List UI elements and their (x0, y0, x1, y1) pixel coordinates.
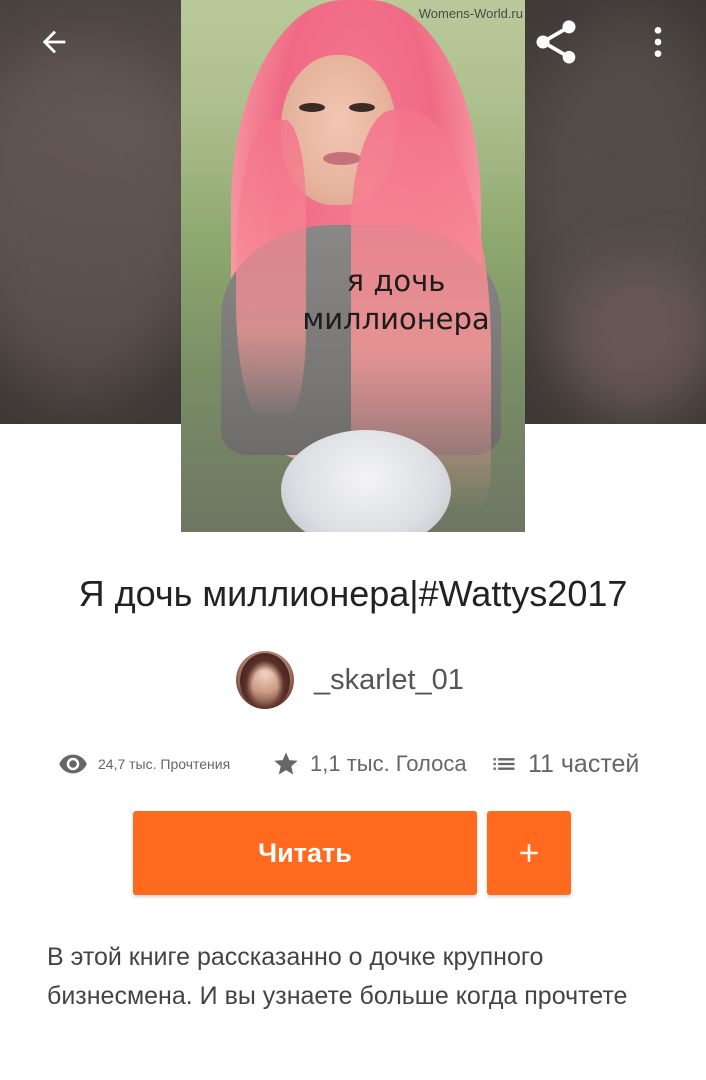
list-icon (490, 750, 518, 778)
read-button-label: Читать (258, 837, 352, 868)
book-title: Я дочь миллионера|#Wattys2017 (78, 573, 628, 614)
story-stats: 24,7 тыс. Прочтения 1,1 тыс. Голоса 11 ч… (0, 746, 706, 782)
read-button[interactable]: Читать (133, 811, 477, 895)
story-description: В этой книге рассказанно о дочке крупног… (47, 943, 628, 1010)
author-name[interactable]: _skarlet_01 (314, 664, 464, 697)
cover-watermark: Womens-World.ru (418, 6, 523, 21)
star-icon (272, 750, 300, 778)
share-button[interactable] (528, 14, 584, 70)
more-options-button[interactable] (630, 14, 686, 70)
book-cover[interactable]: Womens-World.ru я дочь миллионера (181, 0, 525, 532)
parts-count: 11 частей (528, 749, 640, 778)
parts-stat[interactable]: 11 частей (490, 746, 639, 782)
eye-icon (58, 749, 88, 779)
votes-stat: 1,1 тыс. Голоса (272, 746, 467, 782)
author-link[interactable]: _skarlet_01 (236, 650, 464, 710)
hero-blur-left (0, 40, 200, 400)
cover-title: я дочь миллионера (281, 262, 511, 338)
cover-title-line2: миллионера (302, 302, 490, 336)
plus-icon (520, 844, 538, 862)
reads-stat: 24,7 тыс. Прочтения (58, 746, 230, 782)
cover-lips (323, 152, 361, 165)
avatar-hair (240, 653, 290, 709)
more-vertical-icon (654, 27, 662, 57)
share-icon (536, 20, 576, 64)
cover-title-line1: я дочь (346, 264, 446, 298)
cover-eye-right (349, 103, 375, 112)
reads-count: 24,7 тыс. Прочтения (98, 756, 231, 772)
cover-eye-left (299, 103, 325, 112)
avatar[interactable] (236, 651, 294, 709)
votes-count: 1,1 тыс. Голоса (310, 751, 467, 776)
back-button[interactable] (26, 14, 82, 70)
arrow-left-icon (42, 30, 66, 54)
add-to-library-button[interactable] (487, 811, 571, 895)
hero-blur-accent (560, 260, 706, 420)
